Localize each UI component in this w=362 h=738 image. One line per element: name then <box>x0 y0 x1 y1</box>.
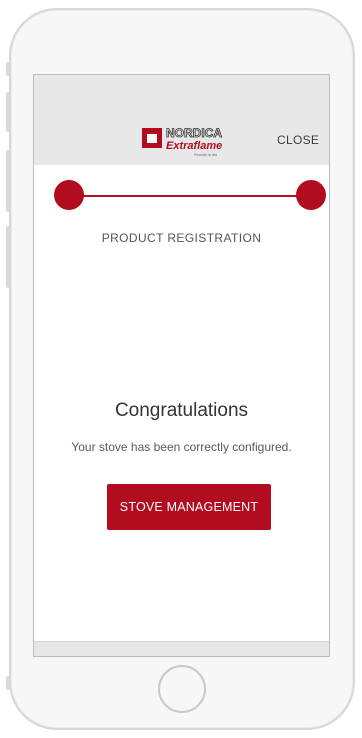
side-button <box>6 226 10 288</box>
home-button[interactable] <box>158 665 206 713</box>
volume-down-button <box>6 150 10 212</box>
logo-brand-bottom: Extraflame <box>166 140 222 152</box>
logo-brand-top: NORDICA <box>166 126 222 140</box>
registration-progress <box>54 180 326 212</box>
close-button[interactable]: CLOSE <box>277 133 329 153</box>
mute-switch <box>6 62 10 76</box>
stove-management-button[interactable]: STOVE MANAGEMENT <box>107 484 271 530</box>
congratulations-title: Congratulations <box>114 400 249 421</box>
phone-screen: NORDICA Extraflame Pirosolto la vita CLO… <box>33 74 330 657</box>
screen-bottom-bar <box>34 641 329 656</box>
bottom-side-button <box>6 676 10 690</box>
app-header: NORDICA Extraflame Pirosolto la vita CLO… <box>34 75 329 165</box>
progress-line <box>68 195 312 197</box>
nordica-extraflame-logo: NORDICA Extraflame Pirosolto la vita <box>142 126 223 157</box>
logo-tagline: Pirosolto la vita <box>194 153 217 157</box>
page: NORDICA Extraflame Pirosolto la vita CLO… <box>0 0 362 738</box>
progress-step-1 <box>54 180 84 210</box>
volume-up-button <box>6 92 10 132</box>
progress-step-2 <box>296 180 326 210</box>
configuration-message: Your stove has been correctly configured… <box>71 440 292 454</box>
step-label: PRODUCT REGISTRATION <box>101 231 262 245</box>
